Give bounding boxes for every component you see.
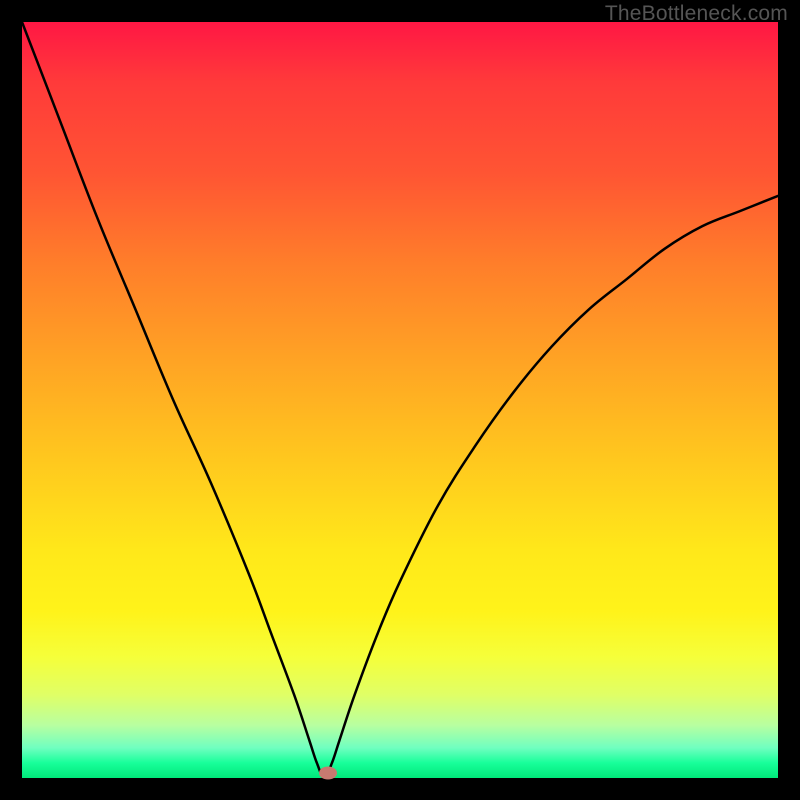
plot-area [22,22,778,778]
chart-container: TheBottleneck.com [0,0,800,800]
optimal-point-marker [319,767,337,780]
bottleneck-curve [22,22,778,778]
